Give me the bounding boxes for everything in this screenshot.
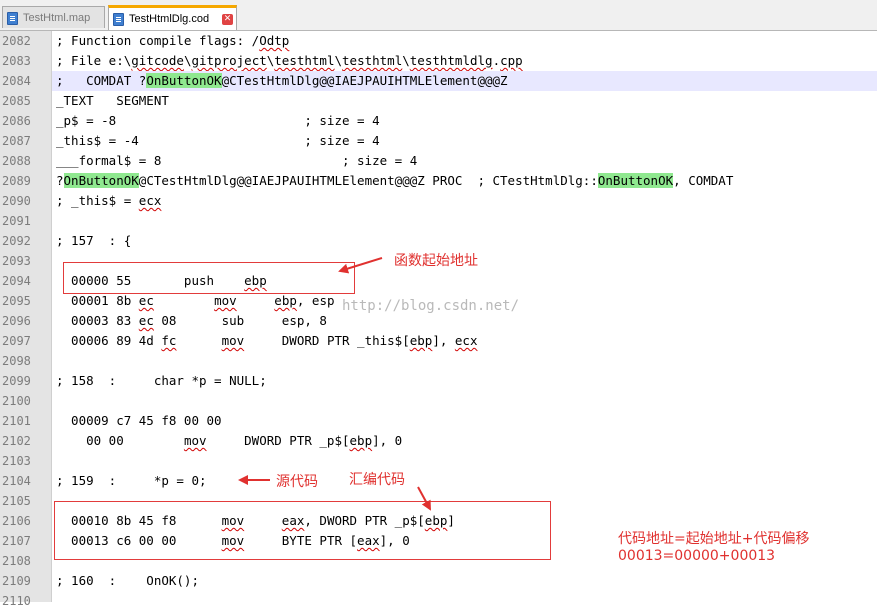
annotation-func-start: 函数起始地址: [394, 253, 478, 269]
annotation-source-code: 源代码: [276, 474, 318, 490]
arrow-asm-code: [417, 486, 431, 511]
arrow-func-start: [338, 257, 383, 274]
annotation-arrows: [238, 257, 431, 511]
annotation-formula-line2: 00013=00000+00013: [618, 548, 776, 564]
annotation-formula-line1: 代码地址=起始地址+代码偏移: [618, 531, 810, 547]
annotation-asm-code: 汇编代码: [349, 472, 405, 488]
